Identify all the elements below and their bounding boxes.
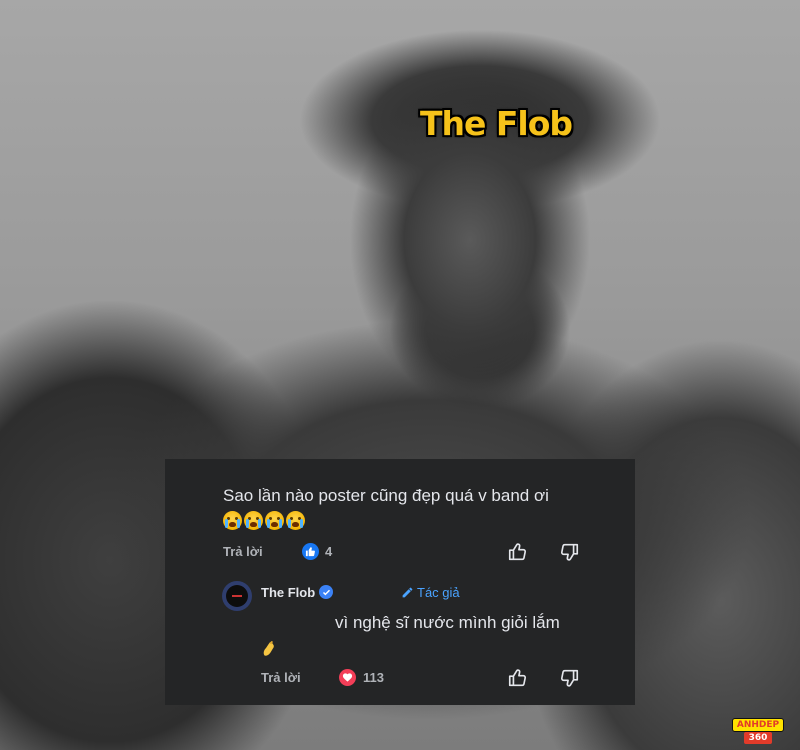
watermark-logo: ANHDEP 360 — [732, 718, 784, 746]
thumbs-down-icon[interactable] — [558, 541, 580, 563]
author-badge: Tác giả — [401, 585, 460, 600]
crying-face-icon — [223, 511, 242, 530]
like-reaction-icon[interactable] — [302, 543, 319, 560]
love-reaction-icon[interactable] — [339, 669, 356, 686]
comment-text: Sao lần nào poster cũng đẹp quá v band ơ… — [223, 486, 549, 505]
thumbs-down-icon[interactable] — [558, 667, 580, 689]
reply-button[interactable]: Trả lời — [261, 670, 301, 685]
watermark-bottom: 360 — [744, 732, 772, 744]
crying-face-icon — [265, 511, 284, 530]
thumbs-up-icon[interactable] — [507, 541, 529, 563]
author-badge-label: Tác giả — [417, 585, 460, 600]
thumbs-up-icon[interactable] — [507, 667, 529, 689]
photo-caption: The Flob — [420, 104, 573, 143]
reaction-count: 113 — [363, 670, 384, 685]
comment-card: Sao lần nào poster cũng đẹp quá v band ơ… — [165, 459, 635, 705]
crying-face-icon — [244, 511, 263, 530]
author-name[interactable]: The Flob — [261, 585, 315, 600]
comment-emoji-row — [223, 511, 305, 530]
pencil-icon — [402, 587, 413, 598]
avatar[interactable] — [222, 581, 252, 611]
reaction-count: 4 — [325, 544, 333, 559]
reply-button[interactable]: Trả lời — [223, 544, 263, 559]
watermark-top: ANHDEP — [732, 718, 784, 732]
reply-text: vì nghệ sĩ nước mình giỏi lắm — [335, 613, 560, 632]
verified-badge-icon — [319, 585, 333, 599]
crying-face-icon — [286, 511, 305, 530]
pinched-fingers-icon — [263, 640, 274, 656]
